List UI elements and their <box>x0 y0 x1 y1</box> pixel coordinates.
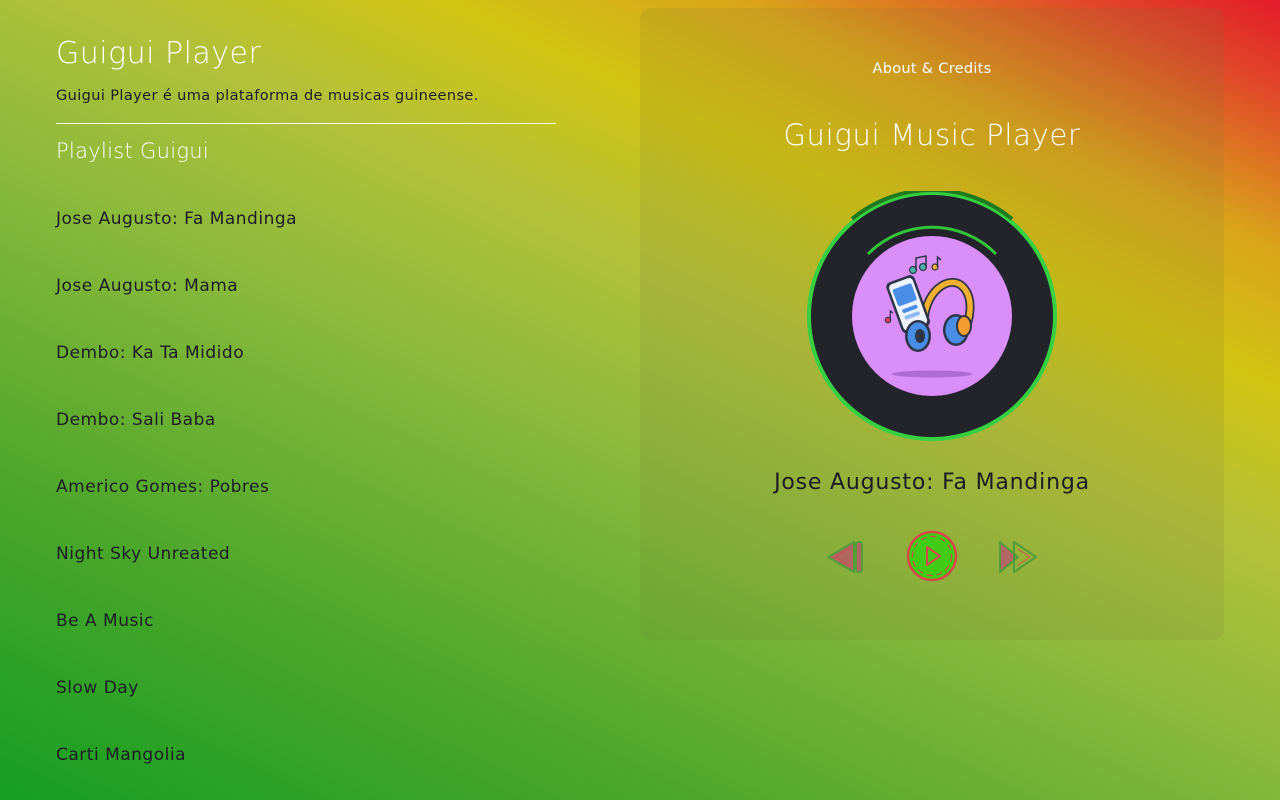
phone-headphones-music-icon <box>884 255 975 378</box>
playlist-item[interactable]: Dembo: Sali Baba <box>56 410 297 477</box>
playlist-item[interactable]: Jose Augusto: Fa Mandinga <box>56 209 297 276</box>
playlist-item[interactable]: Carti Mangolia <box>56 745 297 800</box>
playlist-item[interactable]: Be A Music <box>56 611 297 678</box>
playlist-item[interactable]: Jose Augusto: Mama <box>56 276 297 343</box>
playlist: Jose Augusto: Fa Mandinga Jose Augusto: … <box>56 209 297 800</box>
playback-controls <box>640 530 1224 582</box>
previous-button[interactable] <box>824 538 866 576</box>
about-credits-link[interactable]: About & Credits <box>640 61 1224 77</box>
play-icon <box>906 530 958 582</box>
skip-back-icon <box>827 541 863 573</box>
app-description: Guigui Player é uma plataforma de musica… <box>56 88 479 104</box>
player-card: About & Credits Guigui Music Player Jose… <box>640 8 1224 640</box>
vinyl-disc <box>807 191 1057 441</box>
playlist-item[interactable]: Night Sky Unreated <box>56 544 297 611</box>
playlist-item[interactable]: Dembo: Ka Ta Midido <box>56 343 297 410</box>
fast-forward-icon <box>999 541 1037 573</box>
playlist-item[interactable]: Slow Day <box>56 678 297 745</box>
player-title: Guigui Music Player <box>783 118 1081 152</box>
sidebar: Guigui Player Guigui Player é uma plataf… <box>56 0 556 800</box>
app-title: Guigui Player <box>56 36 262 71</box>
now-playing-title: Jose Augusto: Fa Mandinga <box>774 470 1090 495</box>
play-button[interactable] <box>906 530 958 582</box>
playlist-title: Playlist Guigui <box>56 139 209 163</box>
disc-artwork <box>852 236 1012 396</box>
divider <box>56 123 556 124</box>
next-button[interactable] <box>996 538 1040 576</box>
playlist-item[interactable]: Americo Gomes: Pobres <box>56 477 297 544</box>
